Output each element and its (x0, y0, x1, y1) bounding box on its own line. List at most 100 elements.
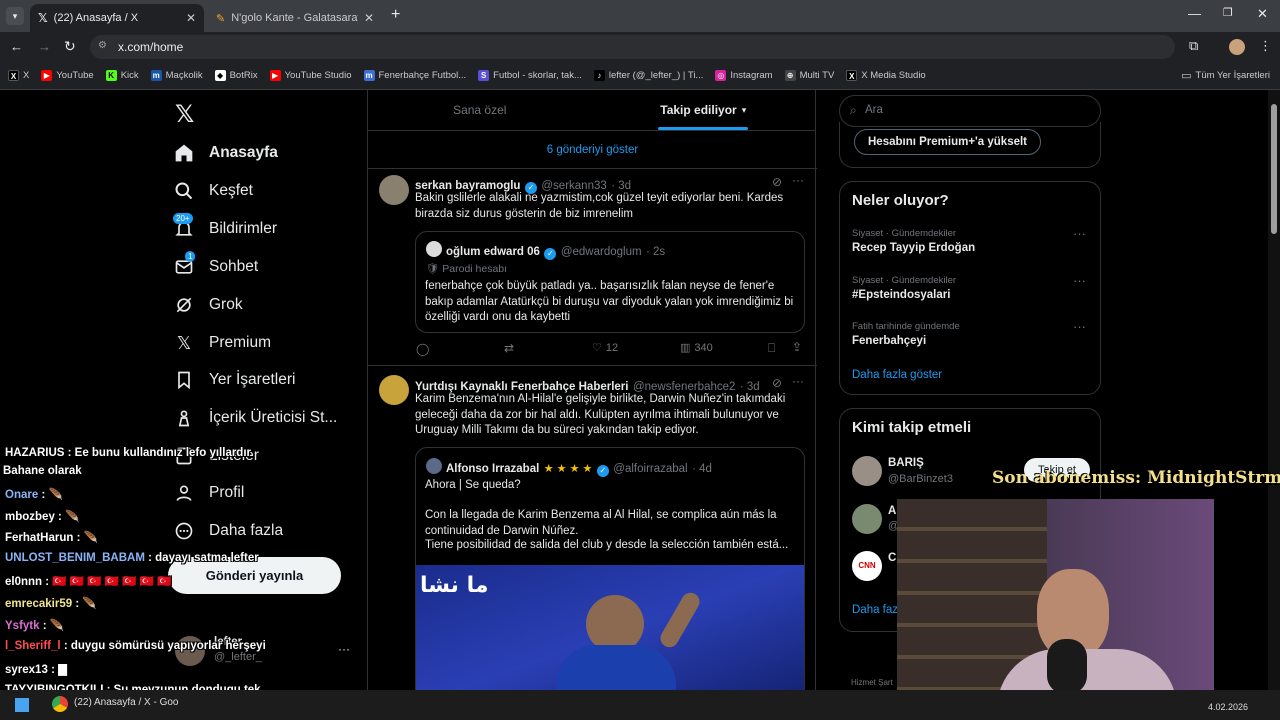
tab-for-you[interactable]: Sana özel (368, 90, 592, 130)
back-icon[interactable]: ← (10, 39, 23, 54)
kick-icon: K (105, 70, 117, 81)
avatar[interactable] (379, 375, 409, 405)
chat-user: emrecakir59 (5, 598, 73, 610)
footer-links[interactable]: Hizmet Şart (851, 678, 893, 687)
show-new-posts[interactable]: 6 gönderiyi göster (368, 131, 817, 169)
post-time: · 2s (646, 246, 666, 258)
suggested-name[interactable]: BARIŞ (888, 457, 924, 469)
sidebar-item-explore[interactable]: Keşfet (173, 180, 253, 202)
bookmark-youtube-studio[interactable]: ▶ YouTube Studio (269, 70, 352, 81)
bookmark-tiktok[interactable]: ♪ lefter (@_lefter_) | Ti... (593, 70, 703, 81)
bookmark-mackolik[interactable]: m Maçkolik (150, 70, 203, 81)
grok-icon[interactable]: ⊘ (772, 376, 782, 390)
like-button[interactable]: ♡ 12 (592, 341, 618, 355)
more-options-icon[interactable]: ··· (792, 173, 804, 187)
sidebar-item-more[interactable]: Daha fazla (173, 520, 283, 542)
x-logo-icon[interactable]: 𝕏 (175, 100, 194, 129)
sidebar-item-notifications[interactable]: 20+ Bildirimler (173, 213, 277, 240)
microphone (1047, 639, 1087, 694)
premium-upgrade-button[interactable]: Hesabını Premium+'a yükselt (854, 129, 1042, 155)
restore-icon[interactable]: ❐ (1223, 6, 1233, 19)
sidebar-item-grok[interactable]: Grok (173, 294, 243, 316)
more-options-icon[interactable]: ··· (792, 374, 804, 388)
more-options-icon[interactable]: ··· (1073, 273, 1086, 288)
avatar[interactable] (379, 175, 409, 205)
menu-icon[interactable]: ⋮ (1259, 38, 1272, 54)
views-button[interactable]: ▥ 340 (680, 341, 713, 355)
more-options-icon[interactable]: ··· (338, 642, 350, 656)
sidebar-item-creator-studio[interactable]: İçerik Üreticisi St... (173, 407, 337, 429)
bookmark-instagram[interactable]: ◎ Instagram (715, 70, 773, 81)
profile-avatar[interactable] (1229, 39, 1245, 55)
trend-category: Siyaset · Gündemdekiler (852, 228, 957, 239)
site-favicon-icon: ✎ (216, 12, 226, 25)
scrollbar-track[interactable] (1268, 90, 1280, 690)
post[interactable]: Yurtdışı Kaynaklı Fenerbahçe Haberleri @… (368, 366, 817, 720)
quote-text-line: Con la llegada de Karim Benzema al Al Hi… (425, 509, 777, 537)
sidebar-item-profile[interactable]: Profil (173, 482, 244, 504)
extensions-icon[interactable]: ⧉ (1189, 38, 1198, 54)
close-tab-icon[interactable]: ✕ (364, 11, 374, 25)
share-icon[interactable]: ⇪ (792, 340, 802, 354)
player-arm (657, 589, 703, 651)
trend-item[interactable]: Siyaset · Gündemdekiler #Epsteindosyalar… (852, 273, 1100, 301)
more-options-icon[interactable]: ··· (1073, 226, 1086, 241)
bookmark-fenerbahce[interactable]: m Fenerbahçe Futbol... (363, 70, 466, 81)
chat-text: : 🪶 (58, 511, 80, 523)
scrollbar-thumb[interactable] (1271, 104, 1277, 234)
trend-item[interactable]: Siyaset · Gündemdekiler Recep Tayyip Erd… (852, 226, 1100, 254)
bookmark-kick[interactable]: K Kick (105, 70, 139, 81)
tab-anasayfa[interactable]: 𝕏 (22) Anasayfa / X ✕ (30, 4, 204, 32)
home-icon (173, 142, 195, 164)
sidebar-item-home[interactable]: Anasayfa (173, 142, 278, 164)
avatar[interactable] (852, 456, 882, 486)
tab-ngolo[interactable]: ✎ N'golo Kante - Galatasaray Söz ✕ (208, 4, 382, 32)
mackolik-icon: m (150, 70, 162, 81)
site-info-icon[interactable]: ⚙ (98, 40, 107, 51)
premium-card: Hesabını Premium+'a yükselt (839, 122, 1101, 168)
quote-text: fenerbahçe çok büyük patladı ya.. başarı… (425, 280, 794, 323)
minimize-icon[interactable]: — (1188, 6, 1201, 21)
address-bar[interactable]: ⚙ x.com/home (90, 35, 1175, 59)
quoted-post[interactable]: Alfonso Irrazabal ★ ★ ★ ★ ✓ @alfoirrazab… (415, 447, 805, 720)
more-options-icon[interactable]: ··· (1073, 319, 1086, 334)
close-window-icon[interactable]: ✕ (1257, 6, 1268, 22)
search-icon: ⌕ (850, 103, 857, 117)
bookmark-botrix[interactable]: ◆ BotRix (214, 70, 258, 81)
show-more-link[interactable]: Daha fazla göster (852, 369, 942, 381)
bookmark-x-media[interactable]: XX Media Studio (846, 70, 926, 81)
windows-start-icon[interactable] (15, 698, 29, 712)
bookmark-futbol[interactable]: S Futbol - skorlar, tak... (478, 70, 582, 81)
avatar[interactable]: CNN (852, 551, 882, 581)
forward-icon[interactable]: → (38, 39, 51, 54)
tab-following[interactable]: Takip ediliyor ▾ (592, 90, 816, 130)
bookmark-x[interactable]: XX (8, 70, 29, 81)
close-tab-icon[interactable]: ✕ (186, 11, 196, 25)
reload-icon[interactable]: ↻ (64, 38, 76, 55)
sidebar-item-premium[interactable]: 𝕏 Premium (173, 332, 271, 354)
post-text: Karim Benzema'nın Al-Hilal'e gelişiyle b… (415, 393, 786, 436)
show-more-link[interactable]: Daha faz (852, 604, 898, 616)
retweet-icon[interactable]: ⇄ (504, 341, 514, 355)
bookmark-icon[interactable]: ⎕ (768, 341, 775, 356)
bookmark-youtube[interactable]: ▶ YouTube (41, 70, 94, 81)
taskbar-window-title[interactable]: (22) Anasayfa / X - Goo (74, 697, 179, 708)
sidebar-item-bookmarks[interactable]: Yer İşaretleri (173, 369, 295, 391)
trend-item[interactable]: Fatih tarihinde gündemde Fenerbahçeyi ··… (852, 319, 1100, 347)
sidebar-item-chat[interactable]: 1 Sohbet (173, 251, 258, 278)
all-bookmarks[interactable]: ▭ Tüm Yer İşaretleri (1181, 69, 1270, 82)
notification-badge: 20+ (173, 213, 193, 224)
bell-icon: 20+ (173, 213, 195, 240)
reply-icon[interactable]: ◯ (416, 342, 429, 356)
grok-icon[interactable]: ⊘ (772, 175, 782, 189)
chrome-icon[interactable] (52, 696, 68, 712)
quoted-post[interactable]: oğlum edward 06 ✓ @edwardoglum · 2s 🛡 Pa… (415, 231, 805, 333)
grok-icon (173, 294, 195, 316)
tab-search-icon[interactable]: ▾ (6, 7, 24, 25)
post[interactable]: serkan bayramoglu ✓ @serkann33 · 3d ⊘ ··… (368, 169, 817, 366)
mail-icon: 1 (173, 251, 196, 278)
suggested-name[interactable]: C (888, 552, 896, 564)
avatar[interactable] (852, 504, 882, 534)
new-tab-icon[interactable]: + (391, 6, 400, 24)
bookmark-multitv[interactable]: ⊕ Multi TV (784, 70, 834, 81)
